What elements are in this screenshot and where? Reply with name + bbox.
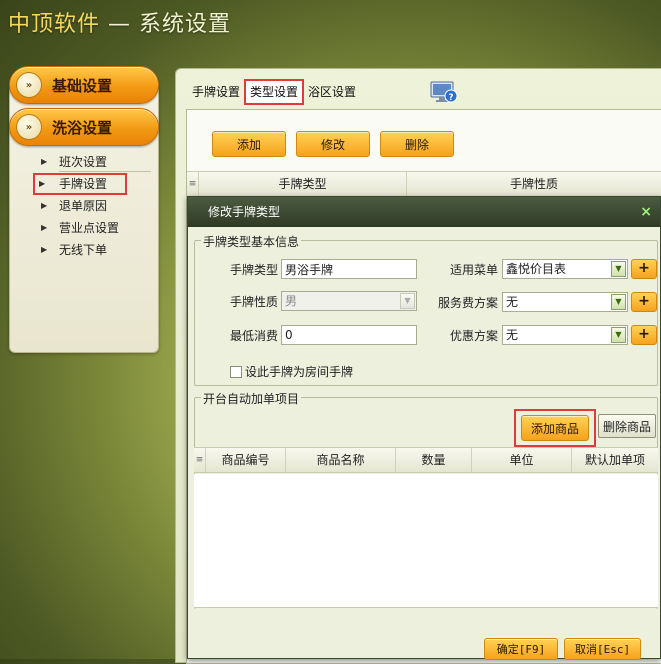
cancel-button[interactable]: 取消[Esc] [564, 638, 642, 660]
column-grip-icon: ≡ [194, 448, 206, 472]
caret-right-icon: ▶ [39, 179, 46, 188]
chevron-down-icon: ▼ [611, 261, 626, 277]
product-grid-header: ≡ 商品编号 商品名称 数量 单位 默认加单项 [194, 447, 658, 473]
category-bath-settings[interactable]: » 洗浴设置 [9, 108, 159, 146]
checkbox-label[interactable]: 设此手牌为房间手牌 [245, 363, 353, 380]
chevron-down-icon: ▼ [611, 327, 626, 343]
caret-right-icon: ▶ [41, 201, 48, 210]
app-brand: 中顶软件 [8, 12, 101, 37]
discount-select[interactable]: 无 ▼ [502, 325, 628, 345]
column-header[interactable]: 商品编号 [206, 448, 286, 472]
chevron-down-icon: ▼ [400, 293, 415, 309]
service-fee-select[interactable]: 无 ▼ [502, 292, 628, 312]
menu-select[interactable]: 鑫悦价目表 ▼ [502, 259, 628, 279]
column-header[interactable]: 手牌性质 [407, 172, 661, 196]
nature-select: 男 ▼ [281, 291, 417, 311]
section-title: 开台自动加单项目 [201, 390, 302, 407]
nature-row: 手牌性质 男 ▼ [198, 291, 417, 311]
menu-row: 适用菜单 鑫悦价目表 ▼ + [430, 259, 657, 279]
delete-product-button[interactable]: 删除商品 [598, 414, 657, 438]
sidebar-item-label: 退单原因 [59, 199, 108, 213]
add-menu-button[interactable]: + [631, 259, 657, 279]
select-value: 男 [285, 294, 298, 308]
sidebar-item-refund-reason[interactable]: ▶ 退单原因 [35, 195, 145, 217]
sidebar-item-label: 班次设置 [59, 155, 108, 169]
column-grip-icon: ≡ [187, 172, 199, 196]
room-card-row: 设此手牌为房间手牌 [230, 363, 353, 380]
sidebar-item-label: 手牌设置 [59, 177, 108, 191]
column-header[interactable]: 手牌类型 [199, 172, 407, 196]
toolbar: 添加 修改 删除 [212, 131, 454, 157]
card-type-input[interactable] [281, 259, 417, 279]
app-title: 中顶软件 — 系统设置 [8, 6, 231, 38]
sidebar-item-label: 营业点设置 [59, 221, 120, 235]
column-header[interactable]: 数量 [396, 448, 472, 472]
select-value: 无 [506, 295, 519, 309]
field-label: 优惠方案 [449, 328, 498, 343]
svg-text:?: ? [448, 93, 453, 103]
select-value: 无 [506, 328, 519, 342]
field-label: 手牌类型 [229, 262, 278, 277]
dialog-footer: 确定[F9] 取消[Esc] [484, 638, 642, 660]
field-label: 手牌性质 [229, 294, 278, 309]
sidebar-item-card[interactable]: ▶ 手牌设置 [33, 173, 127, 195]
card-type-list-header: ≡ 手牌类型 手牌性质 [187, 171, 661, 197]
tab-card-settings[interactable]: 手牌设置 [188, 79, 244, 105]
min-spend-row: 最低消费 [198, 325, 417, 345]
tab-bath-area-settings[interactable]: 浴区设置 [304, 79, 360, 105]
column-header[interactable]: 默认加单项 [572, 448, 658, 472]
add-discount-button[interactable]: + [631, 325, 657, 345]
service-fee-row: 服务费方案 无 ▼ + [430, 292, 657, 312]
double-chevron-icon: » [16, 114, 42, 140]
dialog-title: 修改手牌类型 [208, 205, 281, 219]
tab-type-settings[interactable]: 类型设置 [244, 79, 305, 105]
tab-bar: 手牌设置 类型设置 浴区设置 [188, 79, 360, 105]
dialog-title-bar: 修改手牌类型 × [188, 197, 660, 227]
sidebar-sub-list: ▶ 班次设置 ▶ 手牌设置 ▶ 退单原因 ▶ 营业点设置 ▶ 无线下单 [33, 151, 151, 261]
category-label: 洗浴设置 [52, 118, 113, 137]
add-button[interactable]: 添加 [212, 131, 286, 157]
section-title: 手牌类型基本信息 [201, 233, 302, 250]
sidebar: » 基础设置 » 洗浴设置 ▶ 班次设置 ▶ 手牌设置 ▶ 退单原因 ▶ 营业点… [9, 65, 159, 355]
product-grid-body[interactable] [194, 474, 658, 608]
chevron-down-icon: ▼ [611, 294, 626, 310]
card-type-row: 手牌类型 [198, 259, 417, 279]
sidebar-item-shift[interactable]: ▶ 班次设置 [35, 151, 151, 173]
add-service-fee-button[interactable]: + [631, 292, 657, 312]
title-separator: — [100, 12, 140, 37]
monitor-help-icon[interactable]: ? [430, 81, 458, 103]
discount-row: 优惠方案 无 ▼ + [430, 325, 657, 345]
column-header[interactable]: 单位 [472, 448, 572, 472]
caret-right-icon: ▶ [41, 223, 48, 232]
field-label: 最低消费 [229, 328, 278, 343]
caret-right-icon: ▶ [41, 245, 48, 254]
add-product-button[interactable]: 添加商品 [521, 415, 589, 441]
close-icon[interactable]: × [640, 197, 652, 227]
room-card-checkbox[interactable] [230, 365, 242, 378]
field-label: 服务费方案 [437, 295, 498, 310]
column-header[interactable]: 商品名称 [286, 448, 396, 472]
sidebar-item-business-point[interactable]: ▶ 营业点设置 [35, 217, 145, 239]
min-spend-input[interactable] [281, 325, 417, 345]
edit-card-type-dialog: 修改手牌类型 × 手牌类型基本信息 手牌类型 适用菜单 鑫悦价目表 ▼ + 手牌… [187, 196, 661, 660]
page-title: 系统设置 [139, 12, 232, 37]
sidebar-item-wireless-order[interactable]: ▶ 无线下单 [35, 239, 145, 261]
add-product-highlight: 添加商品 [514, 409, 596, 447]
delete-button[interactable]: 删除 [380, 131, 454, 157]
field-label: 适用菜单 [449, 262, 498, 277]
select-value: 鑫悦价目表 [506, 262, 567, 276]
category-basic-settings[interactable]: » 基础设置 [9, 66, 159, 104]
caret-right-icon: ▶ [41, 157, 48, 166]
sidebar-item-label: 无线下单 [59, 243, 108, 257]
category-label: 基础设置 [52, 76, 113, 95]
confirm-button[interactable]: 确定[F9] [484, 638, 558, 660]
edit-button[interactable]: 修改 [296, 131, 370, 157]
double-chevron-icon: » [16, 72, 42, 98]
